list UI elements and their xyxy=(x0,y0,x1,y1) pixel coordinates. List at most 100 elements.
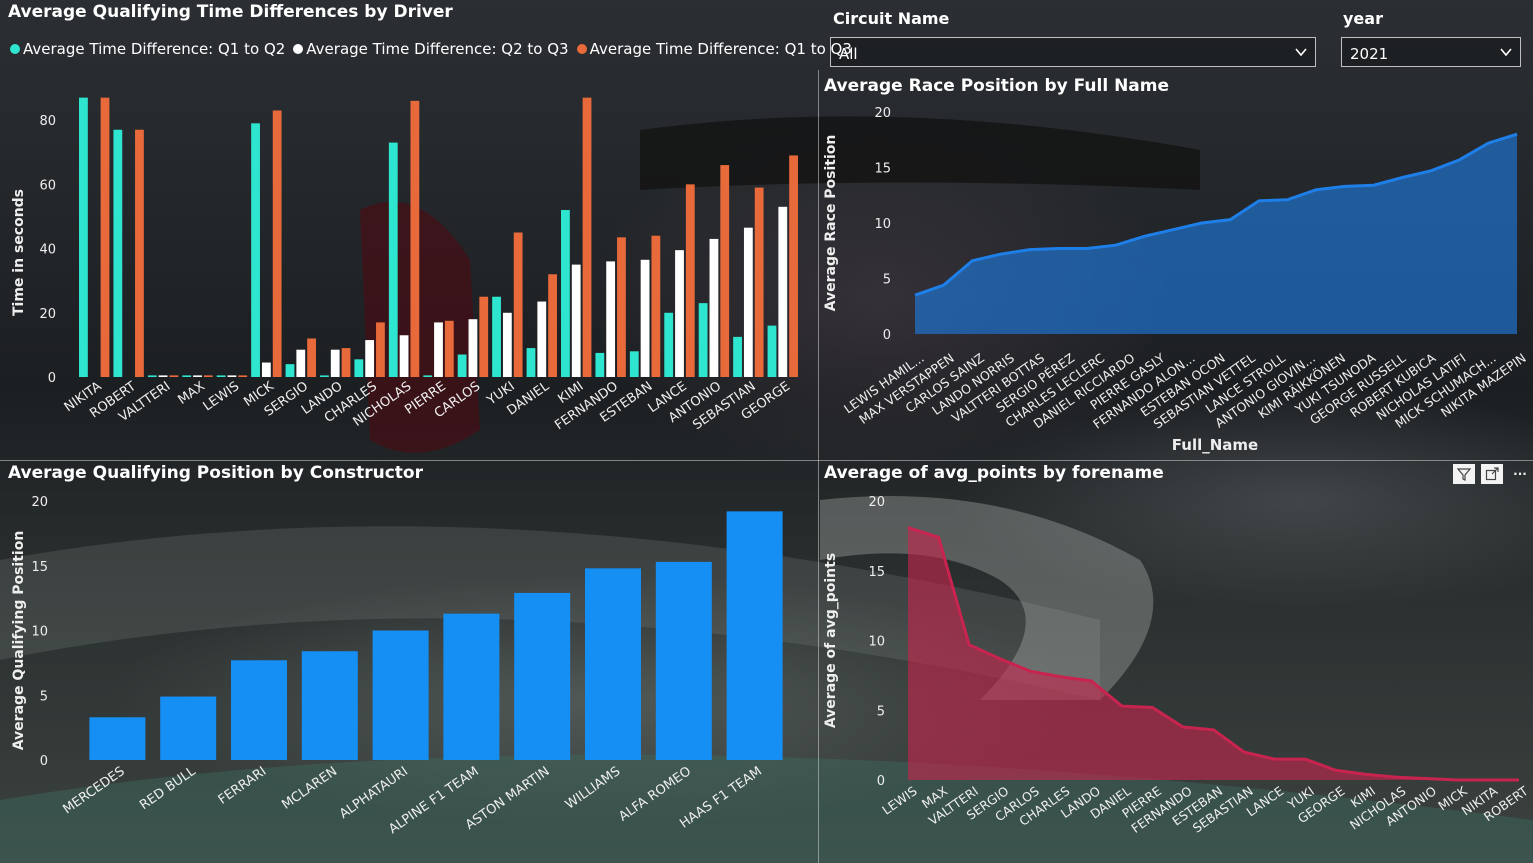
bar xyxy=(698,303,708,377)
year-slicer-label: year xyxy=(1343,9,1383,28)
bar xyxy=(743,227,753,377)
avg-points-panel: Average of avg_points by forename ··· 05… xyxy=(819,461,1533,863)
area-fill xyxy=(915,134,1517,334)
y-tick-label: 20 xyxy=(39,307,56,322)
y-tick-label: 80 xyxy=(39,114,56,129)
bar xyxy=(754,187,764,377)
bar xyxy=(709,238,719,377)
x-tick-label: LEWIS xyxy=(879,783,919,818)
bar xyxy=(410,100,420,377)
bar xyxy=(227,375,237,377)
bar xyxy=(330,349,340,377)
circuit-slicer-label: Circuit Name xyxy=(833,9,950,28)
bar xyxy=(365,340,375,377)
bar xyxy=(726,511,783,760)
bar xyxy=(767,325,777,377)
chevron-down-icon xyxy=(1295,48,1307,57)
bar xyxy=(434,322,443,377)
x-tick-label: LEWIS xyxy=(201,379,243,414)
bar xyxy=(606,261,616,377)
bar xyxy=(100,97,110,377)
y-axis-title: Time in seconds xyxy=(11,189,27,316)
bar xyxy=(147,375,157,377)
x-axis-title: Full_Name xyxy=(1172,436,1258,454)
quali-pos-panel: Average Qualifying Position by Construct… xyxy=(0,461,818,863)
bar xyxy=(617,237,626,377)
y-tick-label: 0 xyxy=(48,371,56,386)
bar xyxy=(89,717,146,760)
y-tick-label: 15 xyxy=(868,565,885,580)
y-tick-label: 0 xyxy=(883,328,891,343)
y-tick-label: 0 xyxy=(877,774,885,789)
bar xyxy=(595,352,605,377)
bar xyxy=(457,354,467,377)
bar xyxy=(651,235,661,377)
bar xyxy=(307,338,316,377)
bar xyxy=(423,375,433,377)
area-fill xyxy=(908,527,1519,780)
bar xyxy=(341,348,351,377)
bar xyxy=(443,613,500,760)
x-tick-label: ALPHATAURI xyxy=(337,764,411,822)
bar xyxy=(582,97,592,377)
bar xyxy=(789,155,798,377)
race-pos-chart: 05101520Average Race PositionLEWIS HAMIL… xyxy=(823,106,1529,454)
bar xyxy=(548,274,557,377)
bar xyxy=(135,129,144,377)
bar xyxy=(238,375,248,377)
y-tick-label: 20 xyxy=(874,106,891,121)
y-tick-label: 20 xyxy=(31,495,48,510)
bar xyxy=(675,250,684,377)
bar xyxy=(399,335,409,377)
y-axis-title: Average of avg_points xyxy=(823,553,839,728)
bar xyxy=(296,349,306,377)
x-tick-label: FERRARI xyxy=(216,764,270,808)
bar xyxy=(261,362,271,377)
bar xyxy=(320,375,329,377)
y-tick-label: 10 xyxy=(31,625,48,640)
bar xyxy=(537,301,547,377)
bar xyxy=(251,123,260,377)
x-tick-label: WILLIAMS xyxy=(563,764,624,813)
quali-pos-chart: 0 5 10 15 20 Average Qualifying Position MERCE… xyxy=(11,495,783,837)
y-tick-label: 40 xyxy=(39,243,56,258)
bar xyxy=(502,312,512,377)
bar xyxy=(231,660,287,760)
quali-diff-chart: 020406080Time in secondsNIKITAROBERTVALT… xyxy=(11,97,798,433)
bar xyxy=(203,375,213,377)
bar xyxy=(492,296,501,377)
y-tick-label: 60 xyxy=(39,178,56,193)
bar xyxy=(561,210,570,377)
bar xyxy=(655,561,712,760)
bar xyxy=(629,351,639,377)
circuit-dropdown[interactable]: All xyxy=(830,37,1316,67)
bar xyxy=(685,184,695,377)
bar xyxy=(778,206,788,377)
race-pos-panel: Average Race Position by Full Name 0 5 10 1… xyxy=(819,70,1533,460)
bar xyxy=(193,375,202,377)
bar xyxy=(272,110,282,377)
bar xyxy=(479,296,489,377)
bar xyxy=(388,142,398,377)
bar xyxy=(468,319,478,377)
bar xyxy=(354,359,364,377)
bar xyxy=(733,336,742,377)
bar xyxy=(182,375,192,377)
year-dropdown[interactable]: 2021 xyxy=(1341,37,1521,67)
y-axis-title: Average Qualifying Position xyxy=(11,531,27,751)
bar xyxy=(160,696,217,760)
bar xyxy=(285,364,295,377)
y-tick-label: 5 xyxy=(877,704,885,719)
bar xyxy=(571,264,581,377)
bar xyxy=(585,568,641,760)
bar xyxy=(376,322,385,377)
bar xyxy=(113,129,123,377)
bar xyxy=(720,165,730,377)
y-tick-label: 15 xyxy=(31,560,48,575)
y-tick-label: 10 xyxy=(868,635,885,650)
bar xyxy=(640,259,650,377)
x-tick-label: RED BULL xyxy=(137,764,199,814)
y-tick-label: 5 xyxy=(883,273,891,288)
x-tick-label: MCLAREN xyxy=(279,764,340,813)
bar xyxy=(79,97,88,377)
